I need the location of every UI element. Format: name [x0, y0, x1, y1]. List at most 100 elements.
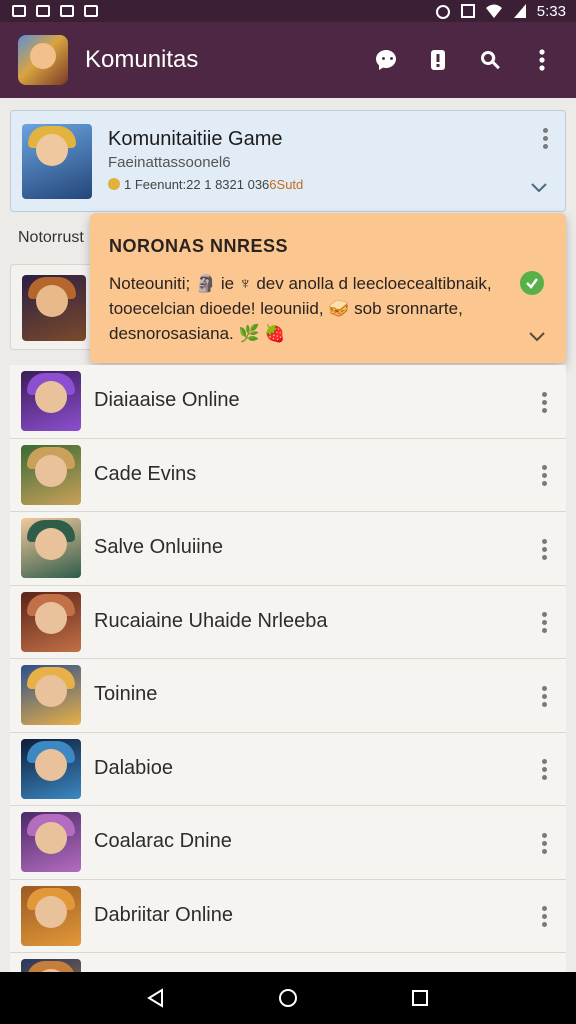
more-options-button[interactable] — [534, 610, 554, 636]
status-right-icons: 5:33 — [435, 3, 566, 20]
dot-icon — [541, 538, 547, 544]
info-button[interactable] — [426, 48, 450, 72]
more-options-button[interactable] — [534, 757, 554, 783]
dot-icon — [541, 775, 547, 780]
notification-icon — [12, 5, 26, 17]
notification-icon — [84, 5, 98, 17]
chevron-down-icon — [531, 183, 547, 193]
popup-expand-button[interactable] — [527, 330, 547, 344]
dot-icon — [541, 914, 547, 919]
chat-icon — [376, 50, 396, 70]
home-icon — [279, 989, 297, 1007]
game-name: Rucaiaine Uhaide Nrleeba — [94, 609, 328, 632]
dot-icon — [542, 135, 548, 141]
dot-icon — [541, 546, 547, 552]
game-name: Cade Evins — [94, 462, 197, 485]
dot-icon — [541, 840, 547, 846]
navigation-bar — [0, 972, 576, 1024]
featured-title: Komunitaitiie Game — [108, 128, 283, 150]
game-list-item[interactable]: Cade Evins — [10, 438, 566, 512]
dot-icon — [542, 127, 548, 133]
game-name: Dalabioe — [94, 756, 173, 779]
dot-icon — [541, 906, 547, 911]
alarm-icon — [435, 5, 450, 19]
featured-subtitle: Faeinattassoonel6 — [108, 154, 231, 171]
status-left-icons — [12, 5, 98, 17]
more-options-button[interactable] — [530, 48, 554, 72]
featured-meta-text: 1 Feenunt:22 1 8321 036 — [124, 177, 270, 192]
dot-icon — [541, 391, 547, 397]
game-name: Dabriitar Online — [94, 903, 233, 926]
dot-icon — [541, 922, 547, 927]
notification-popup[interactable]: NORONAS NNRESS Noteouniti; 🗿 ie ♆ dev an… — [90, 213, 566, 363]
thumbnail-face — [36, 285, 68, 317]
popup-body: Noteouniti; 🗿 ie ♆ dev anolla d leecloec… — [109, 274, 492, 343]
status-bar: 5:33 — [0, 0, 576, 22]
dot-icon — [541, 612, 547, 617]
game-list-item[interactable]: Dalabioe — [10, 732, 566, 806]
thumbnail-face — [36, 134, 68, 166]
game-list-item[interactable]: Coalarac Dnine — [10, 806, 566, 880]
home-button[interactable] — [276, 986, 300, 1010]
dot-icon — [541, 620, 547, 625]
battery-icon — [513, 4, 526, 18]
thumbnail-face — [35, 675, 67, 707]
more-options-button[interactable] — [534, 683, 554, 709]
thumbnail-face — [35, 748, 67, 781]
thumbnail-face — [35, 381, 67, 413]
wifi-icon — [485, 4, 502, 18]
featured-more-button[interactable] — [535, 125, 555, 151]
thumbnail-face — [35, 822, 67, 854]
featured-game-thumbnail — [22, 124, 92, 199]
more-options-button[interactable] — [534, 463, 554, 489]
game-list-item[interactable]: Diaiaaise Online — [10, 365, 566, 439]
more-options-button[interactable] — [534, 389, 554, 415]
dot-icon — [541, 759, 547, 764]
chat-button[interactable] — [374, 48, 398, 72]
check-icon[interactable] — [520, 271, 544, 295]
more-options-button[interactable] — [534, 830, 554, 856]
recents-icon — [412, 990, 428, 1006]
search-button[interactable] — [478, 48, 502, 72]
dot-icon — [541, 481, 547, 486]
more-options-button[interactable] — [534, 904, 554, 930]
checkmark-icon — [526, 278, 538, 289]
game-thumbnail — [21, 371, 81, 431]
featured-game-card[interactable]: Komunitaitiie Game Faeinattassoonel6 1 F… — [10, 110, 566, 212]
app-bar: Komunitas — [0, 22, 576, 98]
app-logo — [18, 35, 68, 85]
dot-icon — [541, 407, 547, 413]
thumbnail-face — [35, 895, 67, 928]
info-icon — [431, 50, 445, 70]
game-thumbnail — [21, 444, 81, 505]
game-list-item[interactable]: Rucaiaine Uhaide Nrleeba — [10, 585, 566, 659]
search-icon — [481, 50, 500, 70]
featured-meta-highlight: 6Sutd — [269, 177, 304, 192]
game-list: Diaiaaise Online Cade Evins Salve Onluiine… — [10, 365, 566, 1024]
notification-icon — [36, 5, 50, 17]
popup-title: NORONAS NNRESS — [109, 236, 289, 256]
back-button[interactable] — [144, 986, 168, 1010]
dot-icon — [541, 473, 547, 478]
dot-icon — [541, 767, 547, 772]
featured-expand-button[interactable] — [529, 181, 549, 195]
dot-icon — [541, 399, 547, 405]
app-bar-actions — [374, 48, 554, 72]
game-list-item[interactable]: Toinine — [10, 659, 566, 733]
game-name: Salve Onluiine — [94, 536, 223, 558]
dot-icon — [541, 685, 547, 691]
dot-icon — [541, 832, 547, 838]
status-time: 5:33 — [536, 2, 566, 20]
game-name: Toinine — [94, 683, 158, 705]
back-icon — [147, 988, 163, 1008]
game-name: Diaiaaise Online — [94, 389, 240, 411]
game-list-item[interactable]: Dabriitar Online — [10, 879, 566, 953]
game-list-item[interactable]: Salve Onluiine — [10, 512, 566, 586]
more-vert-icon — [539, 49, 545, 71]
more-options-button[interactable] — [534, 536, 554, 562]
dot-icon — [542, 143, 548, 149]
mail-icon — [60, 5, 74, 17]
recents-button[interactable] — [408, 986, 432, 1010]
dot-icon — [541, 465, 547, 470]
thumbnail-face — [35, 528, 67, 560]
